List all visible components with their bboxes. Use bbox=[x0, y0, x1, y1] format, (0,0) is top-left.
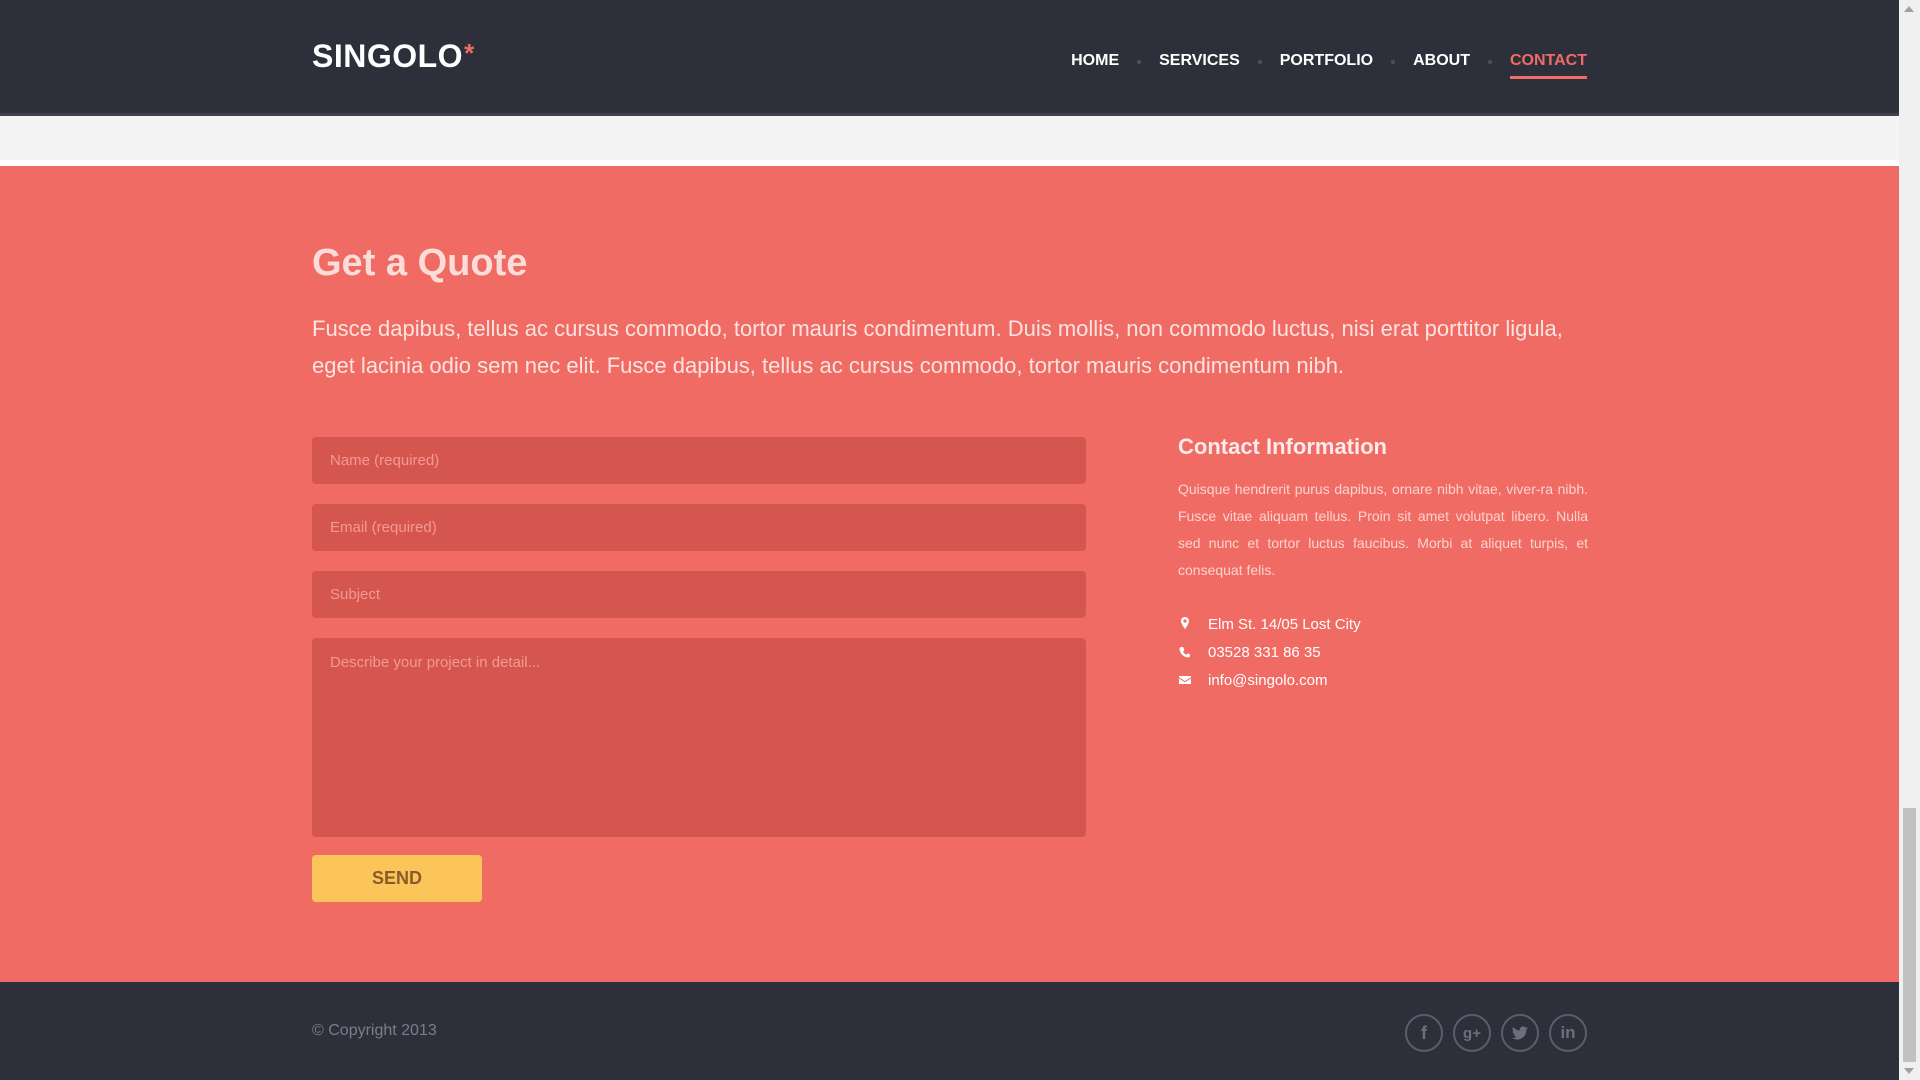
copyright-text: © Copyright 2013 bbox=[312, 1022, 437, 1039]
subject-input[interactable] bbox=[312, 571, 1086, 618]
site-logo[interactable]: SINGOLO* bbox=[312, 38, 475, 75]
name-input[interactable] bbox=[312, 437, 1086, 484]
contact-phone: 03528 331 86 35 bbox=[1208, 643, 1321, 661]
nav-about-link[interactable]: ABOUT bbox=[1413, 52, 1470, 79]
phone-icon bbox=[1179, 646, 1191, 658]
contact-email[interactable]: info@singolo.com bbox=[1208, 672, 1327, 689]
linkedin-icon[interactable]: in bbox=[1549, 1014, 1587, 1052]
social-links: f g+ in bbox=[1405, 1014, 1587, 1052]
main-nav: HOME SERVICES PORTFOLIO ABOUT CONTACT bbox=[1071, 52, 1587, 79]
google-plus-glyph: g+ bbox=[1463, 1024, 1481, 1042]
nav-separator bbox=[1137, 59, 1142, 64]
nav-separator bbox=[1391, 59, 1396, 64]
contact-title: Contact Information bbox=[1178, 434, 1387, 459]
location-pin-icon bbox=[1181, 617, 1189, 629]
linkedin-glyph: in bbox=[1560, 1023, 1576, 1042]
contact-address-item: Elm St. 14/05 Lost City bbox=[1178, 610, 1588, 638]
contact-email-item: info@singolo.com bbox=[1178, 666, 1588, 694]
contact-details-list: Elm St. 14/05 Lost City 03528 331 86 35 … bbox=[1178, 610, 1588, 694]
facebook-glyph: f bbox=[1421, 1022, 1427, 1043]
site-header: SINGOLO* HOME SERVICES PORTFOLIO ABOUT C… bbox=[0, 0, 1899, 116]
nav-contact-link[interactable]: CONTACT bbox=[1509, 52, 1587, 79]
scroll-down-arrow-icon[interactable] bbox=[1904, 1068, 1914, 1074]
project-details-textarea[interactable] bbox=[312, 638, 1086, 837]
scrollbar-thumb[interactable] bbox=[1903, 808, 1916, 1062]
nav-home-link[interactable]: HOME bbox=[1071, 52, 1119, 79]
quote-section: Get a Quote Fusce dapibus, tellus ac cur… bbox=[0, 166, 1899, 982]
facebook-icon[interactable]: f bbox=[1405, 1014, 1443, 1052]
quote-description: Fusce dapibus, tellus ac cursus commodo,… bbox=[312, 316, 1563, 378]
nav-separator bbox=[1487, 59, 1492, 64]
twitter-bird-glyph bbox=[1512, 1026, 1528, 1040]
nav-services-link[interactable]: SERVICES bbox=[1159, 52, 1240, 79]
quote-title: Get a Quote bbox=[312, 242, 528, 284]
contact-text: Quisque hendrerit purus dapibus, ornare … bbox=[1178, 481, 1588, 578]
contact-address: Elm St. 14/05 Lost City bbox=[1208, 615, 1361, 633]
contact-information: Contact Information Quisque hendrerit pu… bbox=[1178, 434, 1588, 694]
send-button[interactable]: SEND bbox=[312, 855, 482, 902]
nav-portfolio-link[interactable]: PORTFOLIO bbox=[1280, 52, 1373, 79]
nav-separator bbox=[1257, 59, 1262, 64]
envelope-icon bbox=[1179, 676, 1191, 684]
email-input[interactable] bbox=[312, 504, 1086, 551]
section-divider-strip bbox=[0, 116, 1899, 160]
logo-star: * bbox=[464, 38, 475, 68]
scroll-up-arrow-icon[interactable] bbox=[1904, 6, 1914, 12]
page-scrollbar[interactable] bbox=[1899, 0, 1920, 1080]
contact-phone-item: 03528 331 86 35 bbox=[1178, 638, 1588, 666]
logo-text: SINGOLO bbox=[312, 38, 464, 74]
site-footer: © Copyright 2013 f g+ in bbox=[0, 982, 1899, 1080]
google-plus-icon[interactable]: g+ bbox=[1453, 1014, 1491, 1052]
twitter-icon[interactable] bbox=[1501, 1014, 1539, 1052]
